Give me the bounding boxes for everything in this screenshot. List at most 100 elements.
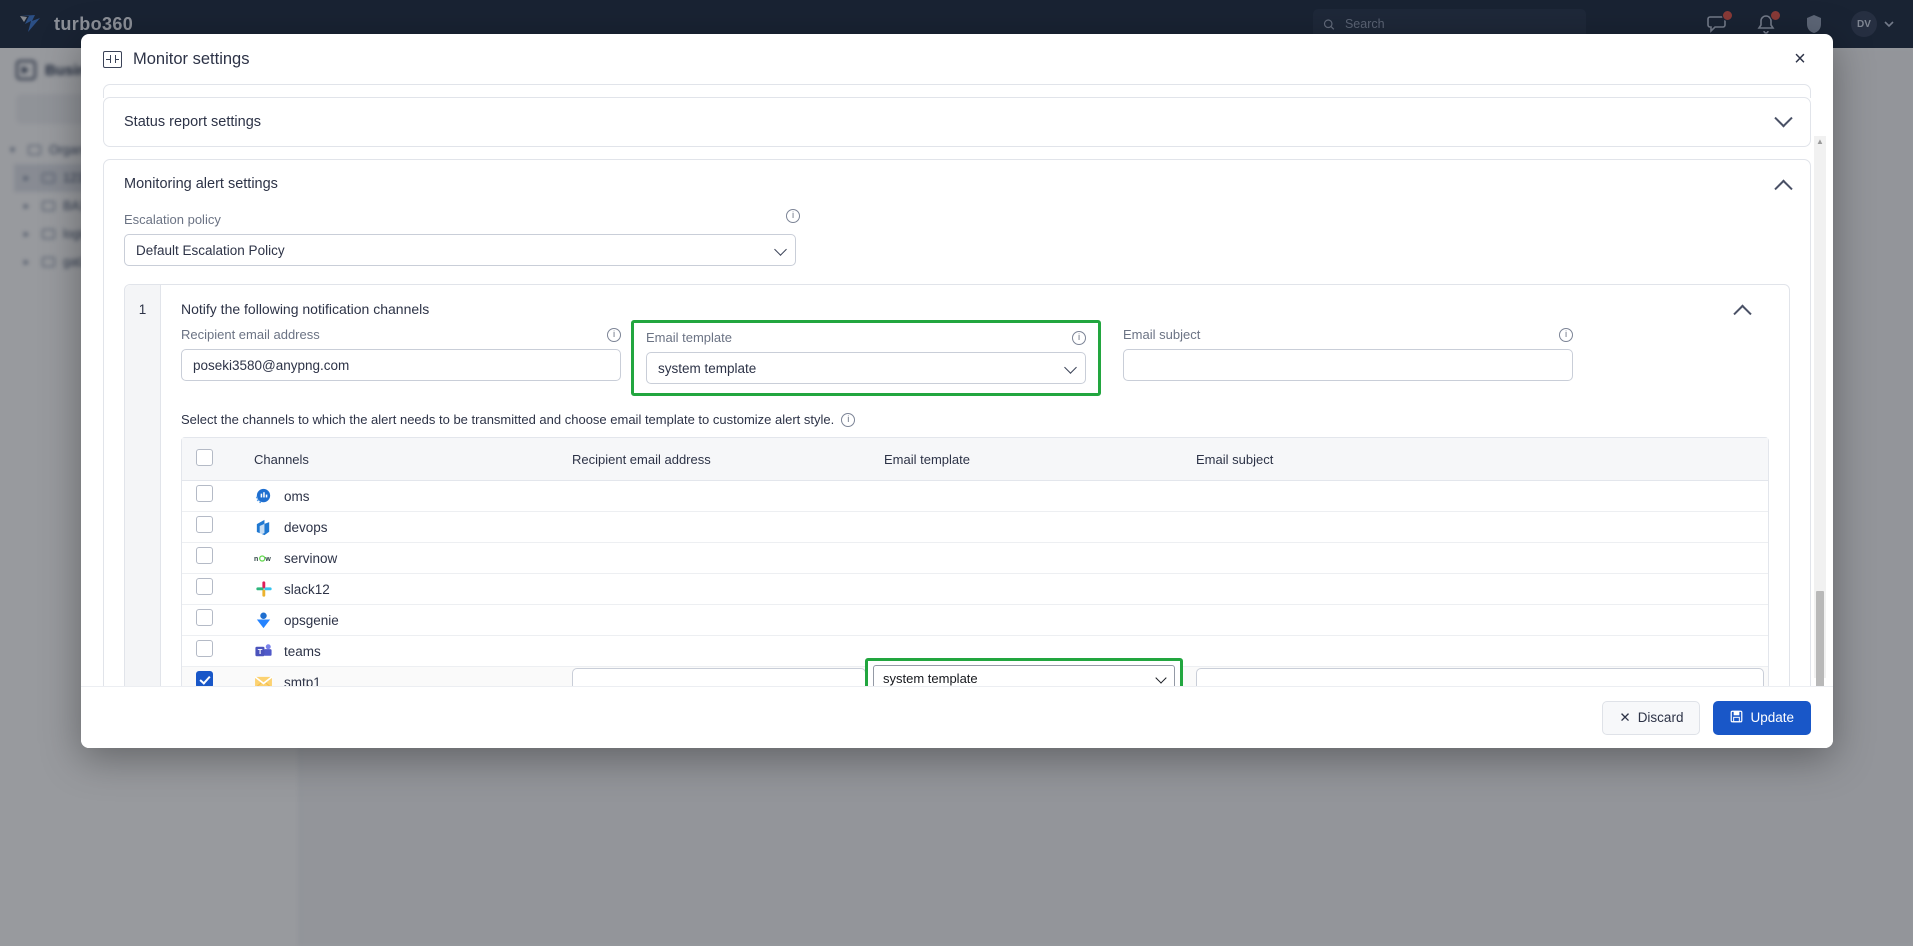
row-checkbox-slack12[interactable] xyxy=(196,578,213,595)
email-template-select[interactable] xyxy=(646,352,1086,384)
monitoring-alert-settings-title: Monitoring alert settings xyxy=(124,176,278,192)
monitoring-alert-settings-card: Monitoring alert settings Escalation pol… xyxy=(103,159,1811,686)
row-template-cell xyxy=(870,511,1182,543)
row-subject-cell xyxy=(1182,511,1768,543)
column-header-channels: Channels xyxy=(240,438,558,481)
table-row-smtp1: smtp1 system template xyxy=(182,658,1768,686)
escalation-policy-info-icon[interactable]: i xyxy=(786,209,800,223)
row-channel-cell: devops xyxy=(240,511,558,543)
row-subject-cell xyxy=(1182,604,1768,636)
smtp1-template-dropdown-button[interactable]: system template xyxy=(873,665,1175,686)
close-icon: ✕ xyxy=(1619,709,1631,725)
channel-name: opsgenie xyxy=(284,612,339,628)
monitoring-alert-settings-header[interactable]: Monitoring alert settings xyxy=(104,160,1810,208)
column-header-recipient: Recipient email address xyxy=(558,438,870,481)
table-row: devops xyxy=(182,511,1768,543)
svg-text:w: w xyxy=(264,556,271,563)
save-icon xyxy=(1730,710,1743,726)
alert-fields-row: Recipient email address i Email template… xyxy=(161,320,1789,396)
row-recipient-cell xyxy=(558,573,870,605)
smtp1-recipient-input[interactable] xyxy=(572,668,866,686)
channels-helper-text: Select the channels to which the alert n… xyxy=(181,412,835,427)
row-checkbox-oms[interactable] xyxy=(196,485,213,502)
column-header-template: Email template xyxy=(870,438,1182,481)
table-row: oms xyxy=(182,480,1768,512)
channels-table-wrap: Channels Recipient email address Email t… xyxy=(181,437,1769,686)
channel-name: slack12 xyxy=(284,581,330,597)
servicenow-icon: n w xyxy=(254,549,273,568)
row-channel-cell: slack12 xyxy=(240,573,558,605)
row-checkbox-cell xyxy=(182,604,240,636)
row-template-cell xyxy=(870,480,1182,512)
row-channel-cell: opsgenie xyxy=(240,604,558,636)
email-template-info-icon[interactable]: i xyxy=(1072,330,1086,345)
chevron-down-icon[interactable] xyxy=(1774,108,1793,127)
scroll-up-arrow-icon[interactable]: ▲ xyxy=(1816,138,1824,146)
dialog-scrollbar[interactable]: ▲ xyxy=(1814,136,1826,686)
chevron-up-icon[interactable] xyxy=(1733,304,1752,323)
channel-name: oms xyxy=(284,488,310,504)
status-report-settings-card: Status report settings xyxy=(103,97,1811,147)
email-subject-label: Email subject xyxy=(1123,327,1201,342)
row-template-cell xyxy=(870,604,1182,636)
step-title: Notify the following notification channe… xyxy=(181,301,430,317)
row-recipient-cell xyxy=(558,511,870,543)
monitoring-alert-settings-body: Escalation policy i 1 Notify the followi… xyxy=(104,208,1810,686)
row-checkbox-cell xyxy=(182,511,240,543)
row-template-cell xyxy=(870,573,1182,605)
chevron-down-icon xyxy=(1155,672,1167,684)
row-checkbox-smtp1[interactable] xyxy=(196,671,213,686)
table-row: opsgenie xyxy=(182,604,1768,636)
channels-helper-info-icon[interactable]: i xyxy=(841,412,856,427)
svg-text:T: T xyxy=(258,646,263,655)
row-template-cell xyxy=(870,542,1182,574)
channel-name: teams xyxy=(284,643,321,659)
teams-icon: T xyxy=(254,642,273,661)
email-subject-info-icon[interactable]: i xyxy=(1559,327,1573,342)
smtp-icon xyxy=(254,673,273,686)
recipient-email-label: Recipient email address xyxy=(181,327,320,342)
scrollbar-thumb[interactable] xyxy=(1816,591,1824,686)
opsgenie-icon xyxy=(254,611,273,630)
channels-table: Channels Recipient email address Email t… xyxy=(182,438,1768,686)
escalation-policy-label: Escalation policy xyxy=(124,212,221,227)
smtp1-template-selected-value: system template xyxy=(883,671,978,686)
escalation-policy-select[interactable] xyxy=(124,234,796,266)
smtp1-subject-input[interactable] xyxy=(1196,668,1764,686)
row-checkbox-cell xyxy=(182,480,240,512)
discard-button-label: Discard xyxy=(1637,710,1684,725)
close-icon[interactable]: × xyxy=(1787,46,1813,72)
email-template-field-highlighted: Email template i xyxy=(631,320,1101,396)
recipient-email-input[interactable] xyxy=(181,349,621,381)
recipient-email-info-icon[interactable]: i xyxy=(607,327,621,342)
column-header-subject: Email subject xyxy=(1182,438,1768,481)
escalation-policy-field: Escalation policy i xyxy=(124,208,800,266)
channel-name: servinow xyxy=(284,550,338,566)
discard-button[interactable]: ✕ Discard xyxy=(1602,700,1701,735)
row-checkbox-cell xyxy=(182,635,240,667)
dialog-footer: ✕ Discard Update xyxy=(81,686,1833,748)
dialog-title: Monitor settings xyxy=(133,49,250,68)
previous-section-stub xyxy=(103,84,1811,98)
row-checkbox-teams[interactable] xyxy=(196,640,213,657)
chevron-up-icon[interactable] xyxy=(1774,179,1793,198)
row-channel-cell: smtp1 xyxy=(240,666,558,686)
row-recipient-cell xyxy=(558,635,870,667)
status-report-settings-header[interactable]: Status report settings xyxy=(104,98,1810,146)
table-row: n w servinow xyxy=(182,542,1768,574)
row-checkbox-servinow[interactable] xyxy=(196,547,213,564)
oms-icon xyxy=(254,487,273,506)
email-template-label: Email template xyxy=(646,330,732,345)
select-all-checkbox[interactable] xyxy=(196,449,213,466)
row-checkbox-devops[interactable] xyxy=(196,516,213,533)
table-row: slack12 xyxy=(182,573,1768,605)
svg-text:n: n xyxy=(254,556,258,563)
row-checkbox-opsgenie[interactable] xyxy=(196,609,213,626)
update-button[interactable]: Update xyxy=(1713,700,1811,735)
email-template-dropdown-highlighted: system template system template Template… xyxy=(865,658,1183,686)
row-subject-cell xyxy=(1182,480,1768,512)
email-subject-input[interactable] xyxy=(1123,349,1573,381)
row-recipient-cell xyxy=(558,666,870,686)
row-subject-cell xyxy=(1182,573,1768,605)
monitor-icon xyxy=(103,50,122,68)
